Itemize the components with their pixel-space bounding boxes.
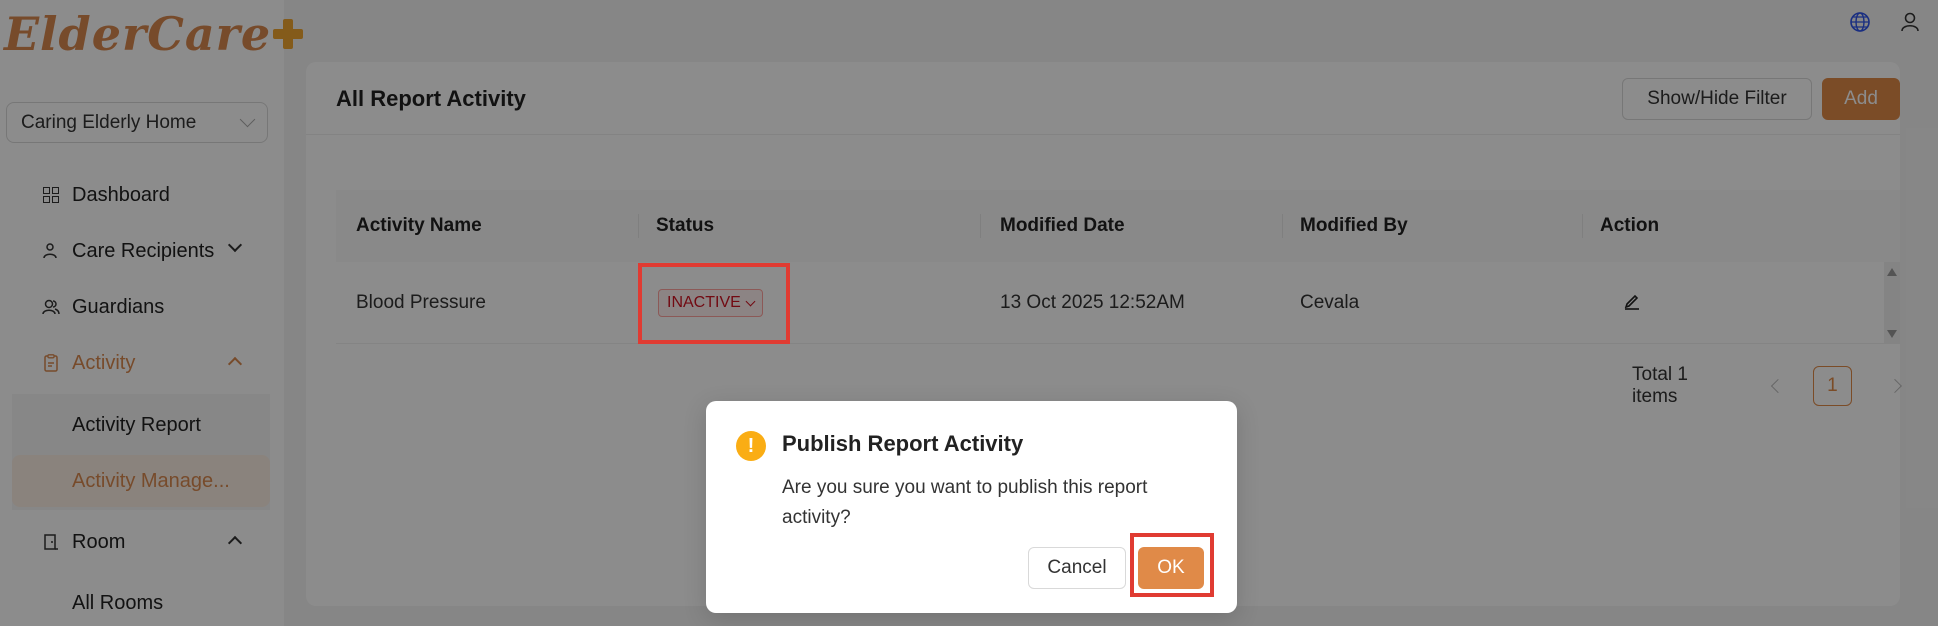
warning-icon: !	[736, 431, 766, 461]
modal-message: Are you sure you want to publish this re…	[782, 477, 1148, 528]
ok-highlight-box	[1130, 533, 1214, 597]
status-highlight-box	[638, 263, 790, 344]
modal-title: Publish Report Activity	[782, 431, 1024, 456]
cancel-button[interactable]: Cancel	[1028, 547, 1126, 589]
